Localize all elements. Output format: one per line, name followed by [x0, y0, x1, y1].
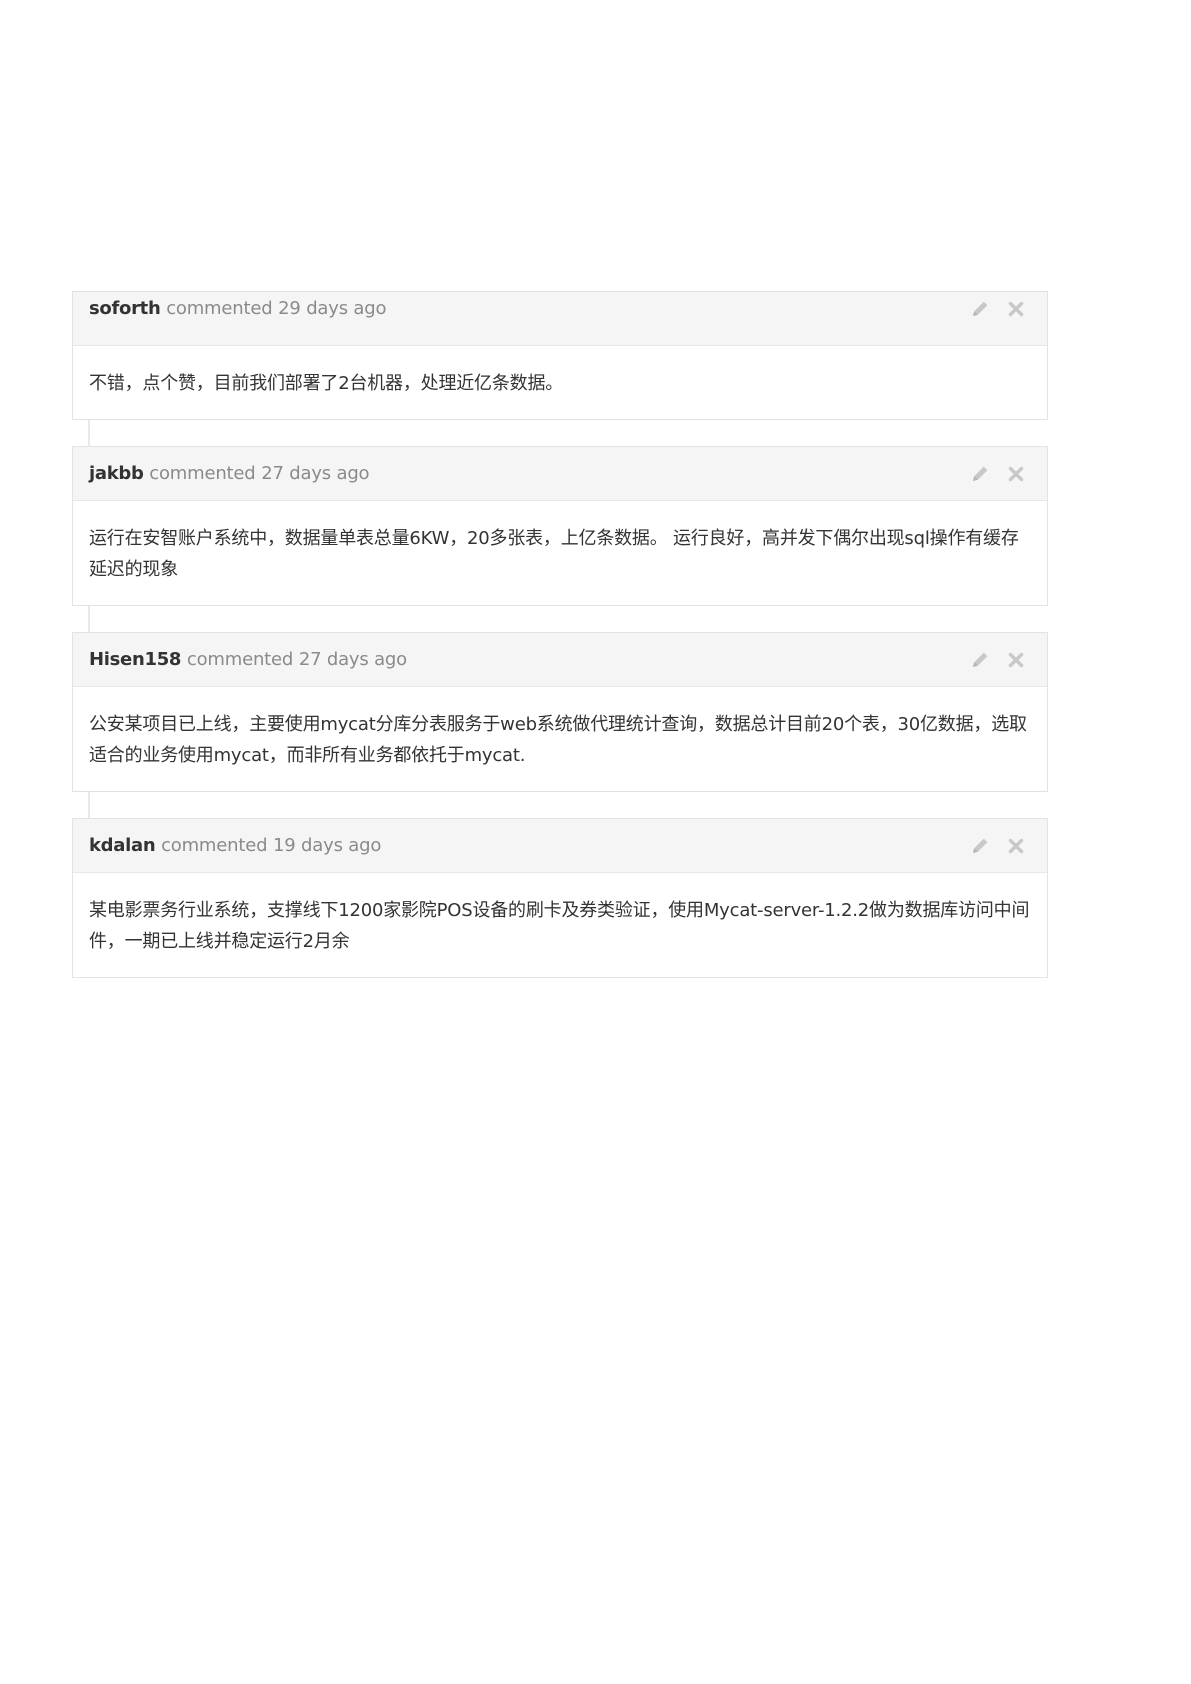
pencil-icon[interactable]	[969, 835, 991, 857]
comment-card: Hisen158 commented 27 days ago 公安某项目已上线，…	[72, 632, 1048, 792]
comment-action: commented	[186, 649, 294, 670]
comment-actions	[969, 292, 1027, 326]
comment-author[interactable]: jakbb	[89, 463, 144, 484]
comment-author[interactable]: Hisen158	[89, 649, 181, 670]
comment-action: commented	[166, 298, 273, 319]
close-icon[interactable]	[1005, 463, 1027, 485]
comment-author[interactable]: kdalan	[89, 835, 156, 856]
close-icon[interactable]	[1005, 835, 1027, 857]
comment-timeline: soforth commented 29 days ago 不错，点个赞，目前我…	[72, 291, 1048, 978]
comment-meta: jakbb commented 27 days ago	[89, 447, 370, 501]
timeline-connector	[72, 792, 1048, 818]
timeline-connector	[72, 606, 1048, 632]
comment-body: 运行在安智账户系统中，数据量单表总量6KW，20多张表，上亿条数据。 运行良好，…	[89, 528, 1019, 580]
comment-author[interactable]: soforth	[89, 298, 161, 319]
comment-card: soforth commented 29 days ago 不错，点个赞，目前我…	[72, 291, 1048, 420]
comment-body: 某电影票务行业系统，支撑线下1200家影院POS设备的刷卡及券类验证，使用Myc…	[89, 900, 1030, 952]
comment-card: jakbb commented 27 days ago 运行在安智账户系统中，数…	[72, 446, 1048, 606]
comment-timestamp[interactable]: 27 days ago	[261, 463, 369, 484]
pencil-icon[interactable]	[969, 463, 991, 485]
pencil-icon[interactable]	[969, 298, 991, 320]
comment-timestamp[interactable]: 19 days ago	[273, 835, 381, 856]
comment-meta: kdalan commented 19 days ago	[89, 819, 381, 873]
comment-actions	[969, 633, 1027, 687]
comment-card: kdalan commented 19 days ago 某电影票务行业系统，支…	[72, 818, 1048, 978]
comment-body: 不错，点个赞，目前我们部署了2台机器，处理近亿条数据。	[89, 373, 564, 394]
comment-meta: soforth commented 29 days ago	[89, 292, 386, 326]
close-icon[interactable]	[1005, 298, 1027, 320]
close-icon[interactable]	[1005, 649, 1027, 671]
comment-action: commented	[161, 835, 268, 856]
comment-header: Hisen158 commented 27 days ago	[73, 633, 1047, 687]
comment-body: 公安某项目已上线，主要使用mycat分库分表服务于web系统做代理统计查询，数据…	[89, 714, 1027, 766]
comment-header: kdalan commented 19 days ago	[73, 819, 1047, 873]
comment-header: jakbb commented 27 days ago	[73, 447, 1047, 501]
comment-actions	[969, 447, 1027, 501]
comment-timestamp[interactable]: 29 days ago	[278, 298, 386, 319]
comment-actions	[969, 819, 1027, 873]
comment-timestamp[interactable]: 27 days ago	[299, 649, 407, 670]
comment-meta: Hisen158 commented 27 days ago	[89, 633, 407, 687]
timeline-connector	[72, 420, 1048, 446]
comment-action: commented	[149, 463, 256, 484]
pencil-icon[interactable]	[969, 649, 991, 671]
comment-header: soforth commented 29 days ago	[73, 292, 1047, 346]
